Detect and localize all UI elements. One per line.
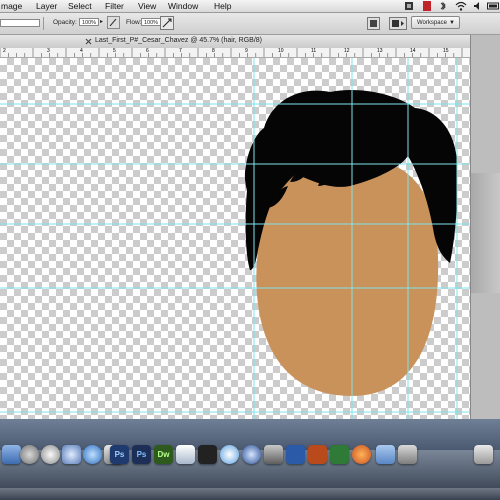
folder-icon[interactable] <box>376 445 395 464</box>
compass-icon[interactable] <box>20 445 39 464</box>
photoshop-icon[interactable]: Ps <box>110 445 129 464</box>
ruler-label: 12 <box>344 48 350 54</box>
opacity-label: Opacity: <box>53 19 77 26</box>
airbrush-icon[interactable] <box>160 16 174 30</box>
itunes-icon[interactable] <box>220 445 239 464</box>
document-tab-bar: Last_First_P#_Cesar_Chavez @ 45.7% (hair… <box>0 35 470 49</box>
stacks-icon[interactable] <box>398 445 417 464</box>
terminal-icon[interactable] <box>198 445 217 464</box>
photoshop-cs-icon[interactable]: Ps <box>132 445 151 464</box>
wifi-icon[interactable] <box>455 1 467 11</box>
ruler-label: 15 <box>443 48 449 54</box>
ruler-label: 8 <box>212 48 215 54</box>
tablet-pressure-icon[interactable] <box>367 17 380 30</box>
opacity-input[interactable]: 100% <box>79 18 99 26</box>
workspace-label: Workspace <box>417 20 447 26</box>
opacity-dropdown-icon[interactable]: ▸ <box>100 18 103 25</box>
options-bar: Opacity: 100% ▸ Flow: 100% ▸ Workspace ▼ <box>0 13 500 35</box>
brush-panel-icon[interactable] <box>389 17 407 30</box>
flow-input[interactable]: 100% <box>141 18 161 26</box>
ruler-label: 3 <box>47 48 50 54</box>
battery-icon[interactable] <box>487 1 500 11</box>
menu-layer[interactable]: Layer <box>36 0 57 12</box>
menu-filter[interactable]: Filter <box>105 0 124 12</box>
ruler-label: 5 <box>113 48 116 54</box>
menu-help[interactable]: Help <box>214 0 231 12</box>
safari-icon[interactable] <box>83 445 102 464</box>
ruler-label: 10 <box>278 48 284 54</box>
menu-window[interactable]: Window <box>168 0 198 12</box>
horizontal-ruler[interactable]: 2 3 4 5 6 7 8 9 10 11 12 13 14 15 <box>0 48 470 58</box>
quicktime-icon[interactable] <box>242 445 261 464</box>
chevron-down-icon: ▼ <box>449 20 455 26</box>
panel-dock[interactable] <box>471 173 500 293</box>
ruler-label: 7 <box>179 48 182 54</box>
artwork <box>0 58 470 419</box>
brush-preset-field[interactable] <box>0 19 40 27</box>
flow-label: Flow: <box>126 19 142 26</box>
menu-select[interactable]: Select <box>68 0 92 12</box>
ruler-label: 14 <box>410 48 416 54</box>
word-icon[interactable] <box>286 445 305 464</box>
ruler-label: 6 <box>146 48 149 54</box>
right-panel-strip[interactable] <box>470 35 500 419</box>
pressure-opacity-icon[interactable] <box>107 16 120 29</box>
canvas[interactable] <box>0 58 470 419</box>
dreamweaver-icon[interactable]: Dw <box>154 445 173 464</box>
ruler-label: 11 <box>311 48 317 54</box>
divider <box>43 17 44 30</box>
volume-icon[interactable] <box>473 1 483 11</box>
ruler-label: 2 <box>3 48 6 54</box>
dock-shelf <box>0 488 500 500</box>
ichat-icon[interactable] <box>62 445 81 464</box>
tray-adobe-icon[interactable] <box>404 1 414 11</box>
excel-icon[interactable] <box>330 445 349 464</box>
ruler-label: 13 <box>377 48 383 54</box>
ruler-label: 4 <box>80 48 83 54</box>
ruler-ticks <box>0 48 463 57</box>
chess-icon[interactable] <box>264 445 283 464</box>
tray-bluetooth-icon[interactable] <box>438 1 448 11</box>
close-icon[interactable] <box>85 38 92 45</box>
trash-icon[interactable] <box>474 445 493 464</box>
document-tab-title[interactable]: Last_First_P#_Cesar_Chavez @ 45.7% (hair… <box>95 37 262 44</box>
tray-record-icon[interactable] <box>422 1 432 11</box>
menu-bar: mage Layer Select Filter View Window Hel… <box>0 0 500 13</box>
document-window: Last_First_P#_Cesar_Chavez @ 45.7% (hair… <box>0 35 470 419</box>
menu-image[interactable]: mage <box>1 0 22 12</box>
workspace-button[interactable]: Workspace ▼ <box>411 16 460 29</box>
powerpoint-icon[interactable] <box>308 445 327 464</box>
firefox-icon[interactable] <box>352 445 371 464</box>
finder-icon[interactable] <box>2 445 21 464</box>
menu-view[interactable]: View <box>138 0 156 12</box>
preview-icon[interactable] <box>176 445 195 464</box>
clock-icon[interactable] <box>41 445 60 464</box>
ruler-label: 9 <box>245 48 248 54</box>
